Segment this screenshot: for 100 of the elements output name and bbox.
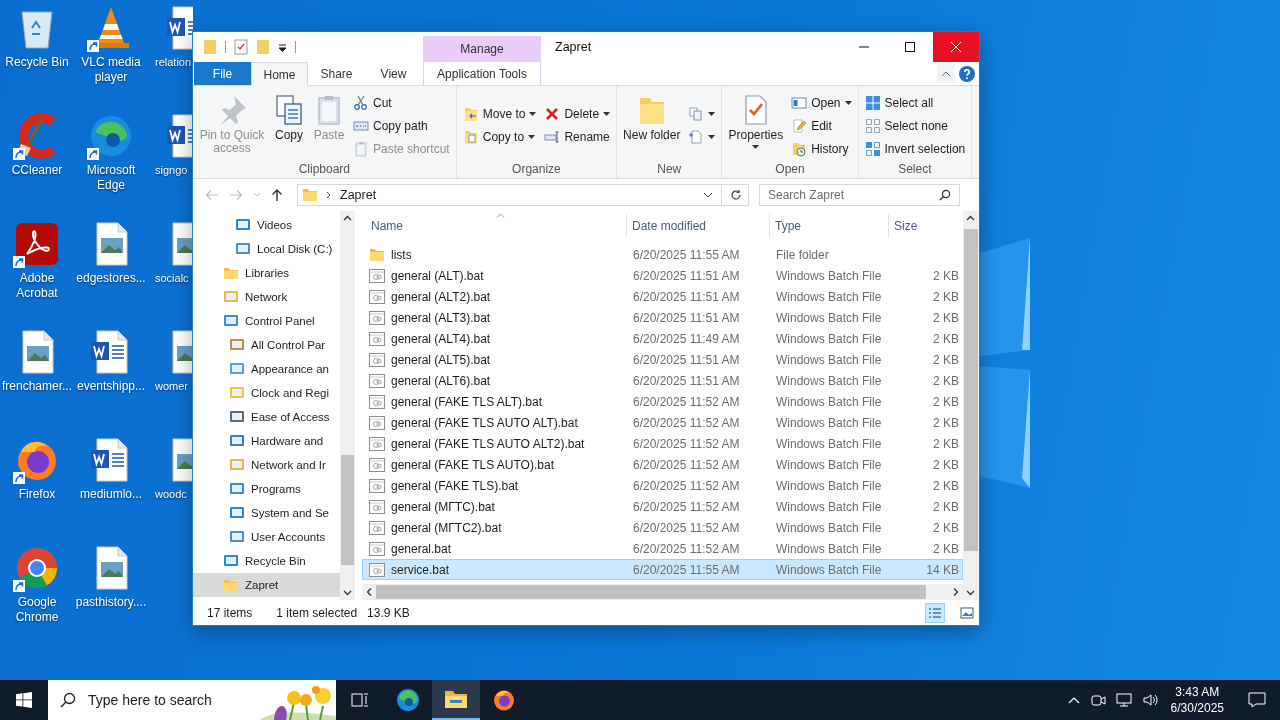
horizontal-scrollbar[interactable] bbox=[362, 584, 963, 600]
file-row[interactable]: general (ALT5).bat 6/20/2025 11:51 AM Windows Batch File 2 KB bbox=[362, 349, 963, 370]
desktop-icon-label[interactable]: CCleaner bbox=[0, 163, 75, 178]
camera-icon[interactable] bbox=[1089, 692, 1106, 708]
ribbon-button[interactable]: Copy bbox=[270, 90, 308, 161]
volume-icon[interactable] bbox=[1141, 692, 1160, 708]
desktop-icon-label[interactable]: mediumlo... bbox=[73, 487, 149, 502]
file-row[interactable]: general (FAKE TLS AUTO ALT).bat 6/20/2025 11:52 AM Windows Batch File 2 KB bbox=[362, 412, 963, 433]
help-icon[interactable] bbox=[959, 65, 975, 82]
file-row[interactable]: general (МГТС2).bat 6/20/2025 11:52 AM Windows Batch File 2 KB bbox=[362, 517, 963, 538]
network-icon[interactable] bbox=[1115, 692, 1132, 708]
ribbon-button[interactable]: Copy path bbox=[350, 115, 453, 136]
refresh-icon[interactable] bbox=[730, 189, 742, 201]
column-header[interactable]: Date modified bbox=[627, 214, 770, 238]
taskbar-search-field[interactable]: Type here to search bbox=[48, 680, 260, 720]
nav-item[interactable]: System and Se bbox=[193, 501, 340, 525]
file-row[interactable]: general.bat 6/20/2025 11:52 AM Windows Batch File 2 KB bbox=[362, 538, 963, 559]
nav-item[interactable]: Zapret bbox=[193, 573, 340, 597]
file-row[interactable]: general (FAKE TLS AUTO ALT2).bat 6/20/2025 11:52 AM Windows Batch File 2 KB bbox=[362, 433, 963, 454]
scrollbar-thumb[interactable] bbox=[376, 585, 927, 599]
ribbon-button[interactable]: Invert selection bbox=[861, 138, 969, 159]
nav-item[interactable]: Libraries bbox=[193, 261, 340, 285]
desktop-icon-label[interactable]: frenchamer... bbox=[0, 379, 75, 394]
nav-item[interactable]: Control Panel bbox=[193, 309, 340, 333]
details-view-button[interactable] bbox=[925, 602, 945, 623]
desktop-icon-label[interactable]: signgo bbox=[155, 163, 188, 178]
ribbon-tab[interactable]: View bbox=[365, 62, 422, 85]
ribbon-button[interactable]: Open bbox=[788, 92, 855, 113]
desktop-icon-label[interactable]: relation bbox=[155, 55, 192, 70]
ribbon-tab[interactable]: Application Tools bbox=[423, 62, 541, 85]
dropdown-caret-icon[interactable] bbox=[703, 192, 713, 198]
clock-date[interactable]: 6/30/2025 bbox=[1170, 700, 1224, 716]
vertical-scrollbar[interactable] bbox=[963, 211, 979, 600]
desktop-icon-label[interactable]: Adobe Acrobat bbox=[0, 271, 75, 301]
file-row[interactable]: general (ALT2).bat 6/20/2025 11:51 AM Windows Batch File 2 KB bbox=[362, 286, 963, 307]
up-icon[interactable] bbox=[271, 188, 283, 202]
nav-item[interactable]: All Control Par bbox=[193, 333, 340, 357]
ribbon-button[interactable]: Move to bbox=[459, 103, 540, 125]
ribbon-button[interactable]: Select none bbox=[861, 115, 969, 136]
file-row[interactable]: general (FAKE TLS AUTO).bat 6/20/2025 11:52 AM Windows Batch File 2 KB bbox=[362, 454, 963, 475]
desktop-icon-label[interactable]: socialc bbox=[155, 271, 189, 286]
nav-item[interactable]: Programs bbox=[193, 477, 340, 501]
nav-item[interactable]: User Accounts bbox=[193, 525, 340, 549]
ribbon-tab[interactable]: File bbox=[194, 62, 251, 85]
collapse-ribbon-button[interactable] bbox=[937, 64, 955, 83]
notification-icon[interactable] bbox=[1248, 692, 1266, 708]
address-bar[interactable]: Zapret bbox=[297, 184, 749, 206]
desktop-icon-label[interactable]: pasthistory.... bbox=[73, 595, 149, 610]
nav-item[interactable]: Network bbox=[193, 285, 340, 309]
ribbon-button[interactable]: History bbox=[788, 138, 855, 159]
file-row[interactable]: general (FAKE TLS).bat 6/20/2025 11:52 AM Windows Batch File 2 KB bbox=[362, 475, 963, 496]
desktop-icon-label[interactable]: Microsoft Edge bbox=[73, 163, 149, 193]
ribbon-button[interactable]: Select all bbox=[861, 92, 969, 113]
desktop-icon-label[interactable]: woodc bbox=[155, 487, 187, 502]
file-row[interactable]: general (МГТС).bat 6/20/2025 11:52 AM Windows Batch File 2 KB bbox=[362, 496, 963, 517]
column-header[interactable]: Size bbox=[889, 214, 958, 238]
search-field[interactable]: Search Zapret bbox=[759, 184, 960, 206]
desktop-icon-label[interactable]: Firefox bbox=[0, 487, 75, 502]
vertical-scrollbar[interactable] bbox=[340, 211, 355, 600]
desktop-icon-label[interactable]: eventshipp... bbox=[73, 379, 149, 394]
ribbon-button[interactable]: Properties bbox=[725, 90, 787, 161]
file-row[interactable]: general (ALT).bat 6/20/2025 11:51 AM Windows Batch File 2 KB bbox=[362, 265, 963, 286]
ribbon-tab[interactable]: Share bbox=[308, 62, 365, 85]
nav-item[interactable]: Recycle Bin bbox=[193, 549, 340, 573]
nav-item[interactable]: Hardware and bbox=[193, 429, 340, 453]
ribbon-button[interactable]: Cut bbox=[350, 92, 453, 113]
file-row[interactable]: general (FAKE TLS ALT).bat 6/20/2025 11:52 AM Windows Batch File 2 KB bbox=[362, 391, 963, 412]
ribbon-button[interactable]: Delete bbox=[541, 103, 614, 125]
nav-item[interactable]: Ease of Access bbox=[193, 405, 340, 429]
file-row[interactable]: service.bat 6/20/2025 11:55 AM Windows Batch File 14 KB bbox=[362, 559, 963, 580]
ribbon-button[interactable]: New folder bbox=[620, 90, 684, 161]
nav-item[interactable]: Network and Ir bbox=[193, 453, 340, 477]
scrollbar-thumb[interactable] bbox=[341, 455, 354, 565]
file-explorer-taskbar-button[interactable] bbox=[432, 680, 480, 720]
customize-caret-icon[interactable] bbox=[278, 42, 287, 52]
scrollbar-thumb[interactable] bbox=[964, 229, 978, 551]
clock-time[interactable]: 3:43 AM bbox=[1175, 684, 1220, 700]
file-row[interactable]: lists 6/20/2025 11:55 AM File folder bbox=[362, 244, 963, 265]
nav-item[interactable]: Local Disk (C:) bbox=[193, 237, 340, 261]
column-header[interactable]: Name bbox=[366, 214, 627, 238]
properties-icon[interactable] bbox=[234, 39, 248, 55]
nav-item[interactable]: Clock and Regi bbox=[193, 381, 340, 405]
ribbon-button[interactable]: Edit bbox=[788, 115, 855, 136]
ribbon-button[interactable]: Copy to bbox=[459, 126, 540, 148]
ribbon-button[interactable]: Rename bbox=[541, 126, 614, 148]
chevron-up-icon[interactable] bbox=[1067, 696, 1080, 704]
ribbon-tab[interactable]: Home bbox=[251, 62, 308, 86]
nav-item[interactable]: Videos bbox=[193, 213, 340, 237]
path-segment[interactable]: Zapret bbox=[340, 188, 377, 202]
desktop-icon-label[interactable]: womer bbox=[155, 379, 188, 394]
file-row[interactable]: general (ALT4).bat 6/20/2025 11:49 AM Windows Batch File 2 KB bbox=[362, 328, 963, 349]
file-row[interactable]: general (ALT3).bat 6/20/2025 11:51 AM Windows Batch File 2 KB bbox=[362, 307, 963, 328]
desktop-icon-label[interactable]: Google Chrome bbox=[0, 595, 75, 625]
nav-item[interactable]: Appearance an bbox=[193, 357, 340, 381]
desktop-icon-label[interactable]: edgestores... bbox=[73, 271, 149, 286]
column-header[interactable]: Type bbox=[770, 214, 889, 238]
pdf-icon[interactable] bbox=[13, 220, 61, 268]
desktop-icon-label[interactable]: VLC media player bbox=[73, 55, 149, 85]
desktop-icon-label[interactable]: Recycle Bin bbox=[0, 55, 75, 70]
file-row[interactable]: general (ALT6).bat 6/20/2025 11:51 AM Windows Batch File 2 KB bbox=[362, 370, 963, 391]
